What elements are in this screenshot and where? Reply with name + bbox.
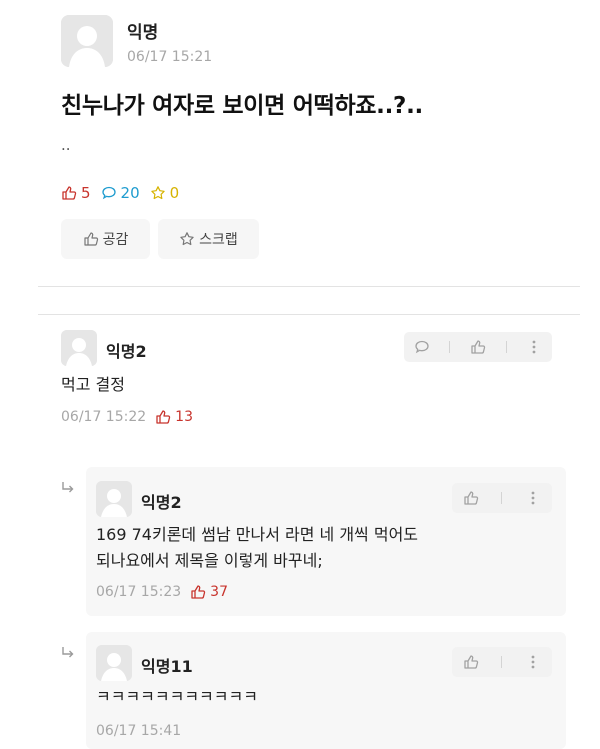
more-options-icon[interactable]: [526, 339, 542, 355]
reply-like-count: 37: [190, 584, 228, 600]
reply-toolbar: [452, 483, 552, 513]
user-placeholder-icon: [96, 645, 132, 681]
reply-time: 06/17 15:41: [96, 723, 182, 739]
reply-time: 06/17 15:23: [96, 584, 182, 600]
toolbar-separator: [501, 656, 503, 668]
more-options-icon[interactable]: [525, 654, 541, 670]
like-count: 5: [61, 184, 91, 202]
post-stats: 5 20 0: [61, 184, 189, 202]
comment-toolbar: [404, 332, 552, 362]
like-count-value: 5: [81, 184, 91, 202]
star-icon: [180, 232, 194, 246]
thumbs-up-icon: [156, 410, 171, 424]
comment-author: 익명2: [106, 342, 147, 361]
comment-time: 06/17 15:22: [61, 409, 147, 425]
reply-toolbar: [452, 647, 552, 677]
scrap-button-label: 스크랩: [199, 232, 238, 248]
toolbar-separator: [449, 341, 451, 353]
reply-comment-icon[interactable]: [414, 339, 430, 355]
comment-text: 먹고 결정: [61, 375, 125, 394]
thumbs-up-icon: [84, 232, 98, 246]
more-options-icon[interactable]: [525, 490, 541, 506]
scrap-count-value: 0: [169, 184, 180, 202]
reply-arrow-icon: [62, 482, 74, 493]
star-icon: [150, 186, 165, 200]
avatar: [61, 330, 97, 366]
avatar: [96, 645, 132, 681]
empathy-button-label: 공감: [102, 232, 129, 248]
avatar: [61, 15, 113, 67]
reply: 익명11 ㅋㅋㅋㅋㅋㅋㅋㅋㅋㅋㅋ 06/17 15:41: [86, 632, 566, 749]
thumbs-up-icon[interactable]: [463, 490, 479, 506]
thumbs-up-icon[interactable]: [470, 339, 486, 355]
reply-like-value: 37: [210, 584, 228, 600]
reply-meta: 06/17 15:23 37: [96, 584, 228, 600]
divider: [38, 314, 580, 315]
empathy-button[interactable]: 공감: [61, 219, 150, 259]
reply: 익명2 169 74키론데 썸남 만나서 라면 네 개씩 먹어도 되나요에서 제…: [86, 467, 566, 616]
toolbar-separator: [505, 341, 507, 353]
thumbs-up-icon[interactable]: [463, 654, 479, 670]
reply-author: 익명2: [141, 493, 182, 512]
comment-like-count: 13: [155, 409, 193, 425]
user-placeholder-icon: [96, 481, 132, 517]
reply-meta: 06/17 15:41: [96, 723, 181, 739]
reply-text: 169 74키론데 썸남 만나서 라면 네 개씩 먹어도 되나요에서 제목을 이…: [96, 522, 418, 574]
thumbs-up-icon: [62, 186, 77, 200]
avatar: [96, 481, 132, 517]
scrap-count: 0: [150, 184, 180, 202]
scrap-button[interactable]: 스크랩: [158, 219, 259, 259]
thumbs-up-icon: [191, 585, 206, 599]
reply-arrow-icon: [62, 647, 74, 658]
comment-meta: 06/17 15:22 13: [61, 409, 193, 425]
post-title: 친누나가 여자로 보이면 어떡하죠..?..: [61, 93, 423, 119]
divider: [38, 286, 580, 287]
post-body: ..: [61, 136, 71, 154]
comment-like-value: 13: [175, 409, 193, 425]
reply-text: ㅋㅋㅋㅋㅋㅋㅋㅋㅋㅋㅋ: [96, 687, 258, 706]
comment-count: 20: [101, 184, 140, 202]
speech-bubble-icon: [101, 186, 116, 200]
user-placeholder-icon: [61, 15, 113, 67]
reply-author: 익명11: [141, 657, 193, 676]
post-author: 익명: [127, 23, 159, 43]
reply-text-line: 169 74키론데 썸남 만나서 라면 네 개씩 먹어도: [96, 525, 419, 544]
reply-text-line: 되나요에서 제목을 이렇게 바꾸네;: [96, 551, 323, 570]
toolbar-separator: [501, 492, 503, 504]
comment-count-value: 20: [120, 184, 140, 202]
post-time: 06/17 15:21: [127, 49, 213, 65]
user-placeholder-icon: [61, 330, 97, 366]
